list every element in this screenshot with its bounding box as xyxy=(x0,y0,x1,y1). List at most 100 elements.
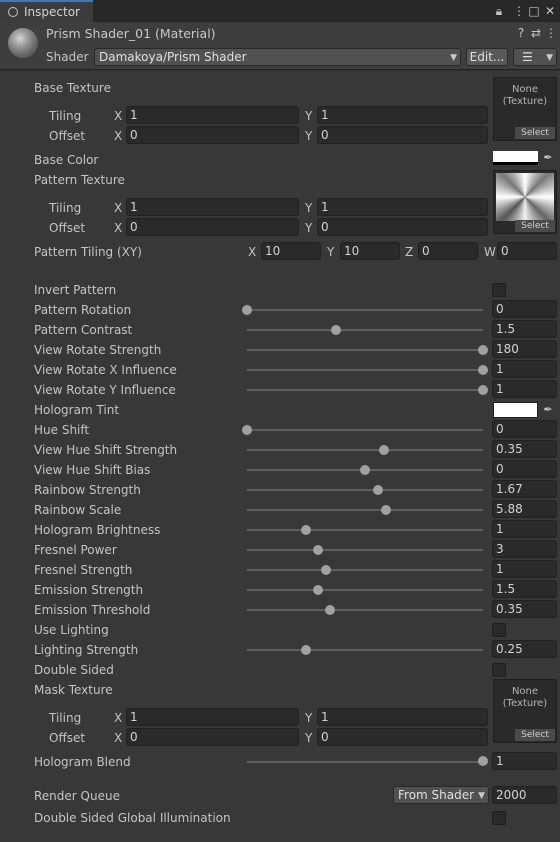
maximize-icon[interactable]: □ xyxy=(527,3,541,19)
texture-select-button[interactable]: Select xyxy=(515,220,555,232)
base-tiling-x-field[interactable]: 1 xyxy=(126,106,299,124)
eyedropper-icon[interactable]: ✒ xyxy=(541,403,555,417)
view-rotate-y-influence-field[interactable]: 1 xyxy=(492,380,557,398)
pattern-contrast-field[interactable]: 1.5 xyxy=(492,320,557,338)
close-icon[interactable]: ✕ xyxy=(543,3,557,19)
view-hue-shift-strength-slider-track[interactable] xyxy=(247,449,483,451)
hologram-brightness-slider-handle[interactable] xyxy=(301,525,311,535)
help-icon[interactable]: ? xyxy=(514,25,528,41)
view-hue-shift-bias-field[interactable]: 0 xyxy=(492,460,557,478)
more-options-icon[interactable]: ⋮ xyxy=(544,25,558,41)
double-sided-gi-checkbox[interactable] xyxy=(492,811,506,825)
hologram-blend-slider-track[interactable] xyxy=(247,761,483,763)
mask-texture-slot[interactable]: None (Texture) Select xyxy=(493,679,557,743)
mask-tiling-x-field[interactable]: 1 xyxy=(126,708,299,726)
pattern-rotation-slider-track[interactable] xyxy=(247,309,483,311)
render-queue-mode-dropdown[interactable]: From Shader ▼ xyxy=(393,786,489,804)
rainbow-strength-slider-handle[interactable] xyxy=(372,485,383,495)
render-queue-field[interactable]: 2000 xyxy=(492,786,557,804)
emission-threshold-slider-handle[interactable] xyxy=(324,605,335,615)
pattern-rotation-slider-handle[interactable] xyxy=(242,305,252,315)
hologram-tint-color-swatch[interactable] xyxy=(493,402,538,418)
pattern-contrast-slider-track[interactable] xyxy=(247,329,483,331)
hologram-blend-slider-handle[interactable] xyxy=(478,756,488,766)
mask-tiling-y-field[interactable]: 1 xyxy=(317,708,488,726)
view-rotate-strength-slider-handle[interactable] xyxy=(478,345,488,355)
view-hue-shift-bias-slider-handle[interactable] xyxy=(360,465,370,475)
view-rotate-x-influence-field[interactable]: 1 xyxy=(492,360,557,378)
eyedropper-icon[interactable]: ✒ xyxy=(541,151,555,165)
double-sided-checkbox[interactable] xyxy=(492,663,506,677)
fresnel-power-slider-handle[interactable] xyxy=(312,545,323,555)
view-rotate-y-influence-slider-track[interactable] xyxy=(247,389,483,391)
rainbow-strength-field[interactable]: 1.67 xyxy=(492,480,557,498)
texture-select-button[interactable]: Select xyxy=(515,729,555,741)
emission-threshold-slider-track[interactable] xyxy=(247,609,483,611)
rainbow-scale-field[interactable]: 5.88 xyxy=(492,500,557,518)
fresnel-strength-slider-track[interactable] xyxy=(247,569,483,571)
base-offset-x-field[interactable]: 0 xyxy=(126,126,299,144)
lighting-strength-field[interactable]: 0.25 xyxy=(492,640,557,658)
preset-icon[interactable]: ⇄ xyxy=(529,25,543,41)
view-hue-shift-strength-field[interactable]: 0.35 xyxy=(492,440,557,458)
rainbow-strength-slider-track[interactable] xyxy=(247,489,483,491)
hologram-brightness-field[interactable]: 1 xyxy=(492,520,557,538)
use-lighting-checkbox[interactable] xyxy=(492,623,506,637)
rainbow-scale-slider-track[interactable] xyxy=(247,509,483,511)
pattern-tiling-vec-x-field[interactable]: 10 xyxy=(261,242,321,260)
mask-texture-label: Mask Texture xyxy=(34,683,113,697)
base-offset-y-field[interactable]: 0 xyxy=(317,126,488,144)
fresnel-strength-slider-handle[interactable] xyxy=(320,565,331,575)
shader-dropdown[interactable]: Damakoya/Prism Shader ▼ xyxy=(94,48,461,66)
emission-threshold-field[interactable]: 0.35 xyxy=(492,600,557,618)
pattern-tiling-vec-z-field[interactable]: 0 xyxy=(418,242,478,260)
view-rotate-y-influence-slider-handle[interactable] xyxy=(478,385,488,395)
pattern-tiling-y-field[interactable]: 1 xyxy=(317,198,488,216)
texture-select-button[interactable]: Select xyxy=(515,127,555,139)
pattern-texture-slot[interactable]: Select xyxy=(493,170,557,234)
view-rotate-x-influence-slider-handle[interactable] xyxy=(478,365,488,375)
base-color-swatch[interactable] xyxy=(493,151,538,165)
pattern-offset-y-field[interactable]: 0 xyxy=(317,218,488,236)
mask-offset-y-field[interactable]: 0 xyxy=(317,728,488,746)
edit-shader-button[interactable]: Edit... xyxy=(466,48,508,66)
pattern-offset-x-field[interactable]: 0 xyxy=(126,218,299,236)
emission-strength-slider-handle[interactable] xyxy=(312,585,323,595)
rainbow-scale-slider-handle[interactable] xyxy=(380,505,391,515)
tab-inspector-label: Inspector xyxy=(24,5,80,19)
hue-shift-slider-track[interactable] xyxy=(247,429,483,431)
fresnel-strength-field[interactable]: 1 xyxy=(492,560,557,578)
view-rotate-strength-field[interactable]: 180 xyxy=(492,340,557,358)
invert-pattern-checkbox[interactable] xyxy=(492,283,506,297)
fresnel-power-field[interactable]: 3 xyxy=(492,540,557,558)
lock-icon[interactable]: 🔒︎ xyxy=(492,3,506,19)
pattern-tiling-vec-y-field[interactable]: 10 xyxy=(340,242,400,260)
lighting-strength-slider-track[interactable] xyxy=(247,649,483,651)
axis-y-label: Y xyxy=(305,201,313,215)
view-hue-shift-strength-slider-handle[interactable] xyxy=(378,445,389,455)
axis-y-label: Y xyxy=(305,221,313,235)
base-texture-slot[interactable]: None (Texture) Select xyxy=(493,77,557,141)
axis-y-label: Y xyxy=(305,711,313,725)
base-texture-label: Base Texture xyxy=(34,81,111,95)
base-tiling-y-field[interactable]: 1 xyxy=(317,106,488,124)
emission-strength-slider-track[interactable] xyxy=(247,589,483,591)
pattern-rotation-field[interactable]: 0 xyxy=(492,300,557,318)
hue-shift-slider-handle[interactable] xyxy=(242,425,252,435)
emission-strength-label: Emission Strength xyxy=(34,583,144,597)
pattern-contrast-slider-handle[interactable] xyxy=(330,325,341,335)
emission-strength-field[interactable]: 1.5 xyxy=(492,580,557,598)
lighting-strength-slider-handle[interactable] xyxy=(301,645,311,655)
pattern-tiling-vec-w-field[interactable]: 0 xyxy=(497,242,557,260)
pattern-tiling-x-field[interactable]: 1 xyxy=(126,198,299,216)
fresnel-power-slider-track[interactable] xyxy=(247,549,483,551)
view-rotate-x-influence-slider-track[interactable] xyxy=(247,369,483,371)
shader-options-dropdown[interactable]: ☰ ▼ xyxy=(513,48,557,66)
hologram-brightness-slider-track[interactable] xyxy=(247,529,483,531)
hue-shift-field[interactable]: 0 xyxy=(492,420,557,438)
view-rotate-strength-slider-track[interactable] xyxy=(247,349,483,351)
kebab-menu-icon[interactable]: ⋮ xyxy=(512,3,526,19)
mask-offset-x-field[interactable]: 0 xyxy=(126,728,299,746)
tab-inspector[interactable]: Inspector xyxy=(0,0,93,22)
hologram-blend-field[interactable]: 1 xyxy=(492,752,557,770)
